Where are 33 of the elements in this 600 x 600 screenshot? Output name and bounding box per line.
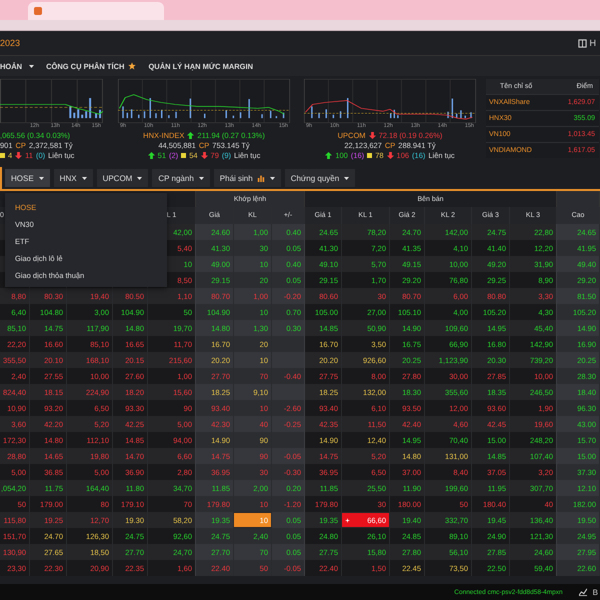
- favicon-icon: [34, 7, 42, 15]
- header-link[interactable]: H: [590, 38, 596, 48]
- market-tab[interactable]: HNX: [54, 169, 93, 187]
- caret-icon: [198, 176, 204, 180]
- star-icon: [128, 62, 136, 70]
- caret-icon: [29, 64, 34, 68]
- caret-icon: [82, 176, 87, 180]
- market-tab[interactable]: CP ngành: [152, 169, 210, 187]
- caret-icon: [38, 176, 44, 180]
- book-icon[interactable]: [578, 38, 586, 48]
- date-text: 2023: [0, 38, 20, 48]
- square-icon: [0, 153, 5, 158]
- down-arrow-icon: [200, 152, 208, 159]
- down-arrow-icon: [368, 132, 376, 139]
- sparkle-icon: [345, 518, 350, 522]
- caret-icon: [270, 176, 275, 180]
- caret-icon: [137, 176, 142, 180]
- bar-chart-icon: [256, 174, 265, 182]
- up-arrow-icon: [187, 132, 194, 139]
- market-tab[interactable]: UPCOM: [96, 169, 148, 187]
- status-link[interactable]: B: [592, 588, 598, 596]
- line-chart-icon[interactable]: [578, 588, 587, 596]
- market-tab[interactable]: HOSE: [5, 169, 50, 187]
- square-icon: [367, 153, 372, 158]
- down-arrow-icon: [15, 152, 22, 159]
- square-icon: [181, 153, 186, 158]
- up-arrow-icon: [148, 152, 155, 159]
- down-arrow-icon: [386, 152, 394, 159]
- browser-tab[interactable]: [28, 2, 164, 20]
- caret-icon: [344, 176, 350, 180]
- up-arrow-icon: [325, 152, 332, 159]
- market-tab[interactable]: Chứng quyền: [284, 169, 356, 187]
- market-tab[interactable]: Phái sinh: [214, 169, 281, 187]
